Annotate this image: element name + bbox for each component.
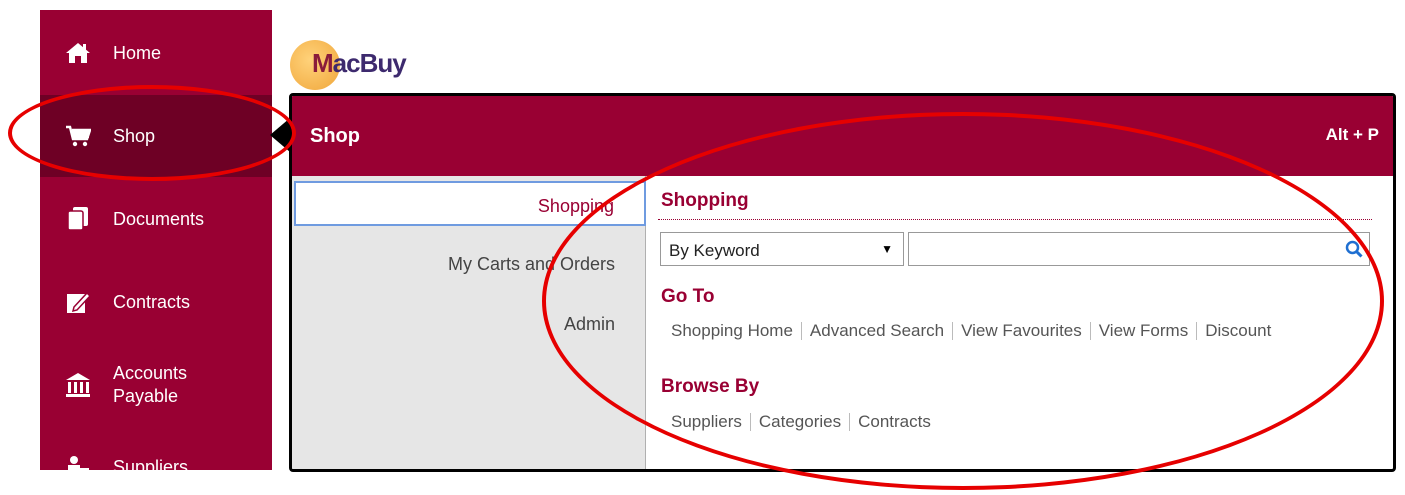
suppliers-icon [65, 454, 91, 470]
link-categories[interactable]: Categories [759, 412, 841, 432]
subnav-item-my-carts-and-orders[interactable]: My Carts and Orders [448, 254, 615, 275]
keyboard-shortcut-label: Alt + P [1325, 125, 1379, 144]
macbuy-logo[interactable]: MacBuy [290, 30, 460, 92]
link-separator [800, 322, 802, 340]
link-separator [952, 322, 954, 340]
heading-divider [658, 219, 1372, 220]
sidebar-item-suppliers[interactable]: Suppliers [40, 426, 272, 470]
sidebar-item-accounts-payable[interactable]: Accounts Payable [40, 344, 272, 426]
link-separator [1089, 322, 1091, 340]
link-separator [1196, 322, 1198, 340]
shop-flyout-panel: Shop Alt + P Shopping My Carts and Order… [289, 93, 1396, 472]
panel-title: Shop [310, 125, 360, 147]
shop-content: Shopping By Keyword ▼ Go To Shopping Hom… [658, 176, 1378, 466]
home-icon [65, 40, 91, 66]
link-contracts[interactable]: Contracts [858, 412, 931, 432]
shopping-heading: Shopping [661, 190, 749, 211]
link-shopping-home[interactable]: Shopping Home [671, 321, 793, 341]
sidebar-item-label: Home [113, 42, 162, 63]
sidebar-item-documents[interactable]: Documents [40, 178, 272, 260]
link-separator [749, 413, 751, 431]
flyout-pointer [270, 118, 290, 152]
panel-header: Shop Alt + P [292, 96, 1393, 176]
bank-icon [65, 372, 91, 398]
search-icon[interactable] [1345, 240, 1363, 263]
sidebar-item-home[interactable]: Home [40, 12, 272, 94]
subnav-item-label: Shopping [537, 196, 614, 216]
sidebar-item-label: Documents [113, 208, 205, 229]
search-type-value: By Keyword [669, 241, 760, 260]
search-input[interactable] [908, 232, 1370, 266]
sidebar-item-label: Accounts Payable [113, 363, 188, 406]
go-to-heading: Go To [661, 286, 715, 307]
sidebar-item-label: Contracts [113, 291, 191, 312]
shop-subnav: Shopping My Carts and Orders Admin [292, 176, 646, 469]
cart-icon [65, 123, 91, 149]
link-view-favourites[interactable]: View Favourites [961, 321, 1082, 341]
link-discount[interactable]: Discount [1205, 321, 1271, 341]
browse-by-links: Suppliers Categories Contracts [671, 412, 931, 432]
sidebar-item-shop[interactable]: Shop [40, 95, 272, 177]
go-to-links: Shopping Home Advanced Search View Favou… [671, 321, 1271, 341]
documents-icon [65, 206, 91, 232]
link-advanced-search[interactable]: Advanced Search [810, 321, 944, 341]
link-view-forms[interactable]: View Forms [1099, 321, 1188, 341]
subnav-item-shopping[interactable]: Shopping [294, 181, 646, 226]
dropdown-arrow-icon: ▼ [881, 242, 893, 256]
sidebar-item-label: Suppliers [113, 456, 189, 471]
link-separator [849, 413, 851, 431]
search-type-select[interactable]: By Keyword ▼ [660, 232, 904, 266]
browse-by-heading: Browse By [661, 376, 760, 397]
app-stage: Home Shop Documents Contracts Accounts P… [0, 0, 1405, 495]
sidebar-item-label: Shop [113, 125, 156, 146]
link-suppliers[interactable]: Suppliers [671, 412, 742, 432]
sidebar-item-contracts[interactable]: Contracts [40, 261, 272, 343]
logo-text: MacBuy [312, 48, 407, 78]
sidebar-nav: Home Shop Documents Contracts Accounts P… [40, 10, 272, 470]
subnav-item-admin[interactable]: Admin [564, 314, 615, 335]
contract-pen-icon [65, 289, 91, 315]
